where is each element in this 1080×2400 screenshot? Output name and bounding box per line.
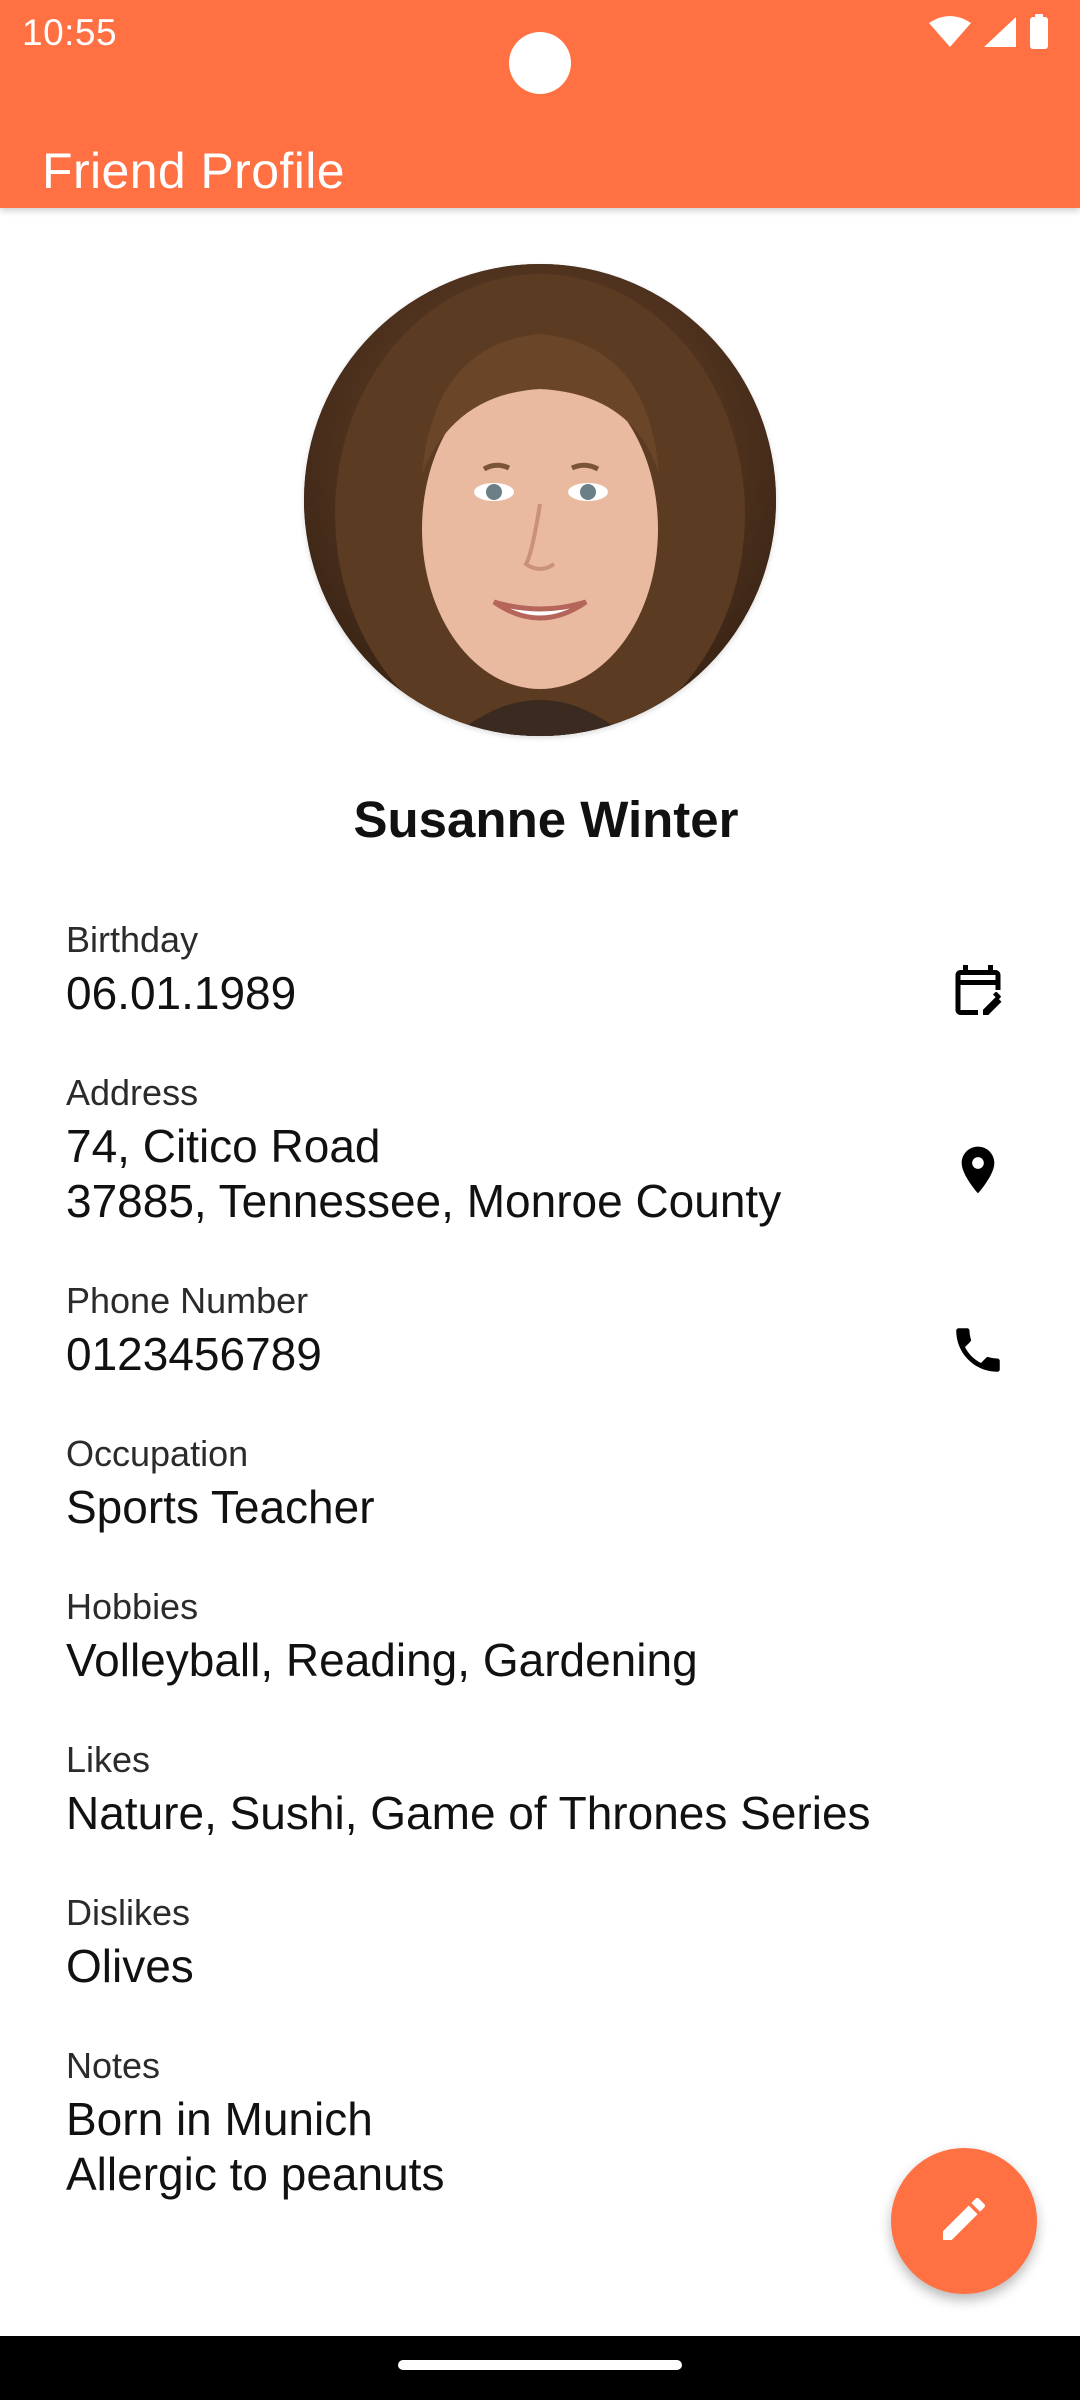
field-value: 0123456789 [66,1328,322,1380]
status-bar-icons [928,14,1050,50]
field-value: 74, Citico Road 37885, Tennessee, Monroe… [66,1120,782,1227]
address-field: Address 74, Citico Road 37885, Tennessee… [66,1071,916,1229]
battery-icon [1028,14,1050,50]
field-label: Notes [66,2045,161,2086]
field-value: Born in Munich Allergic to peanuts [66,2093,445,2200]
field-label: Dislikes [66,1892,191,1933]
camera-cutout [509,32,571,94]
location-pin-icon[interactable] [940,1132,1016,1208]
calendar-edit-icon[interactable] [940,952,1016,1028]
field-label: Phone Number [66,1280,309,1321]
field-value: Nature, Sushi, Game of Thrones Series [66,1787,871,1839]
field-value: 06.01.1989 [66,967,297,1019]
field-label: Hobbies [66,1586,199,1627]
profile-name: Susanne Winter [353,791,739,848]
field-value: Volleyball, Reading, Gardening [66,1634,698,1686]
phone-number-field: Phone Number 0123456789 [66,1279,916,1382]
field-label: Birthday [66,919,199,960]
notes-field: Notes Born in Munich Allergic to peanuts [66,2044,916,2202]
wifi-icon [928,15,972,49]
field-label: Address [66,1072,199,1113]
phone-icon[interactable] [940,1312,1016,1388]
likes-field: Likes Nature, Sushi, Game of Thrones Ser… [66,1738,916,1841]
system-navigation-bar [0,2336,1080,2400]
avatar [304,264,776,736]
field-value: Olives [66,1940,194,1992]
birthday-field: Birthday 06.01.1989 [66,918,916,1021]
status-bar-time: 10:55 [22,12,118,53]
field-value: Sports Teacher [66,1481,375,1533]
home-gesture-handle[interactable] [398,2360,682,2370]
app-bar: 10:55 Friend Profile [0,0,1080,208]
edit-pencil-icon [936,2191,992,2252]
hobbies-field: Hobbies Volleyball, Reading, Gardening [66,1585,916,1688]
cellular-signal-icon [982,15,1018,49]
occupation-field: Occupation Sports Teacher [66,1432,916,1535]
dislikes-field: Dislikes Olives [66,1891,916,1994]
page-title: Friend Profile [42,142,345,199]
edit-profile-button[interactable] [891,2148,1037,2294]
field-label: Likes [66,1739,151,1780]
field-label: Occupation [66,1433,249,1474]
